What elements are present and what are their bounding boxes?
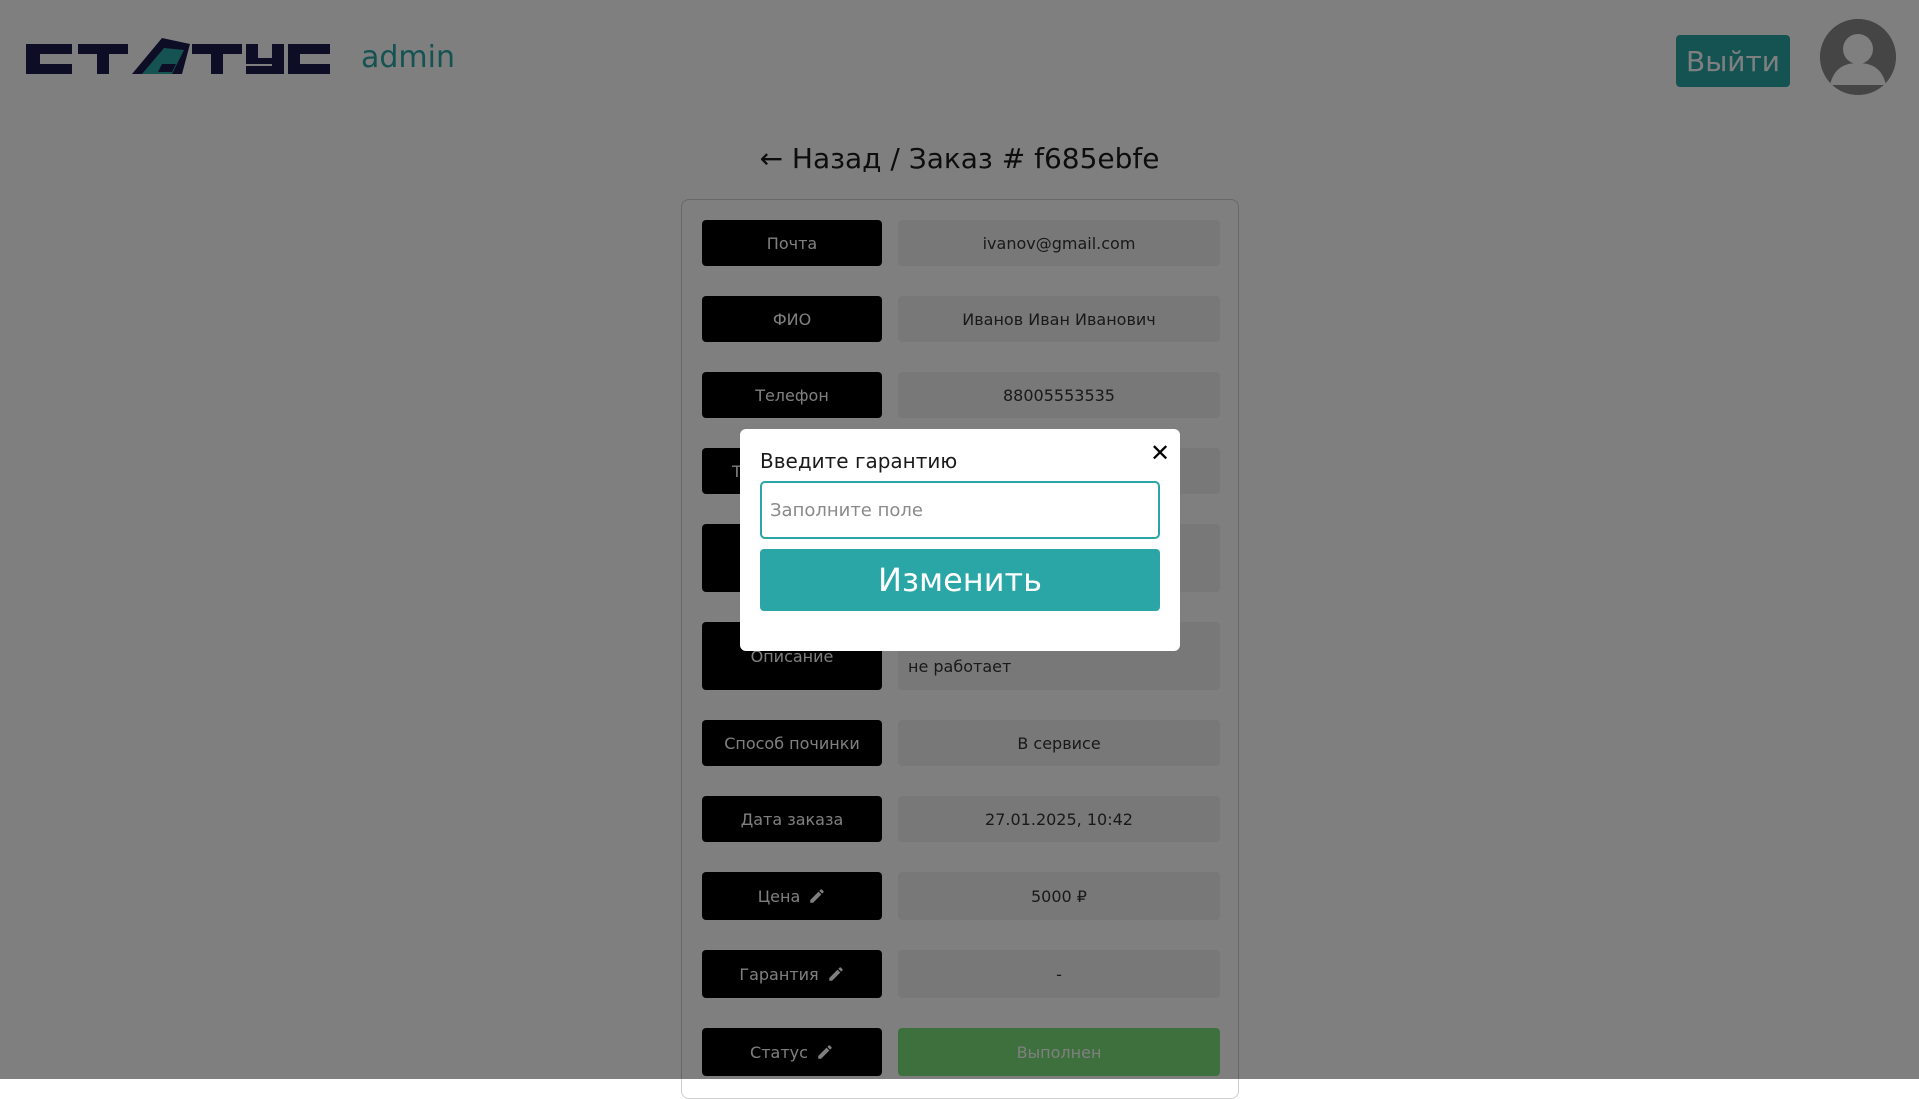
warranty-modal: Введите гарантию ✕ Изменить [740,429,1180,651]
modal-title: Введите гарантию [760,449,958,473]
order-page: admin Выйти ← Назад / Заказ # f685ebfe П… [0,0,1919,1099]
submit-button[interactable]: Изменить [760,549,1160,611]
close-icon[interactable]: ✕ [1146,439,1174,467]
warranty-input[interactable] [760,481,1160,539]
